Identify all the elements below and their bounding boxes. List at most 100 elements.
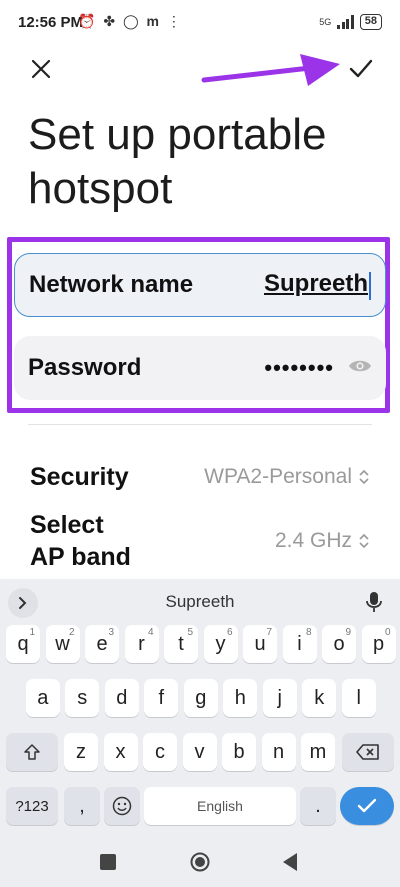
key-y[interactable]: y6	[203, 625, 238, 663]
password-label: Password	[28, 354, 142, 381]
comma-key[interactable]: ,	[64, 787, 100, 825]
key-number-hint: 1	[29, 627, 35, 638]
check-icon	[357, 798, 377, 813]
key-number-hint: 4	[147, 627, 154, 638]
key-label: t	[178, 632, 184, 655]
save-button[interactable]	[344, 52, 378, 86]
whatsapp-icon: ◯	[122, 13, 141, 29]
close-icon	[31, 59, 51, 79]
security-value: WPA2-Personal	[204, 465, 352, 488]
key-l[interactable]: l	[341, 679, 376, 717]
symbols-key[interactable]: ?123	[6, 787, 58, 825]
key-z[interactable]: z	[64, 733, 98, 771]
emoji-icon	[112, 796, 132, 816]
key-label: p	[372, 632, 385, 655]
key-w[interactable]: w2	[45, 625, 80, 663]
key-number-hint: 5	[187, 627, 193, 638]
key-number-hint: 0	[384, 627, 391, 638]
status-time: 12:56 PM	[18, 14, 84, 31]
key-k[interactable]: k	[302, 679, 337, 717]
ap-band-selector[interactable]: 2.4 GHz	[275, 529, 370, 553]
network-name-field[interactable]: Network name Supreeth	[14, 253, 386, 317]
ap-band-label-line1: Select	[30, 511, 104, 539]
key-e[interactable]: e3	[85, 625, 119, 663]
key-label: u	[254, 632, 266, 655]
eye-icon	[349, 360, 371, 371]
network-type: 5G	[319, 17, 332, 27]
key-label: e	[96, 632, 108, 655]
key-u[interactable]: u7	[243, 625, 277, 663]
ap-band-value: 2.4 GHz	[274, 529, 352, 552]
back-button[interactable]	[282, 852, 298, 872]
annotation-arrow-icon	[201, 54, 340, 86]
emoji-key[interactable]	[104, 787, 140, 825]
home-button[interactable]	[189, 851, 211, 873]
ap-band-label-line2: AP band	[30, 543, 131, 571]
shift-key[interactable]	[6, 733, 58, 771]
key-t[interactable]: t5	[164, 625, 198, 663]
enter-key[interactable]	[340, 787, 394, 825]
key-c[interactable]: c	[143, 733, 177, 771]
navigation-bar	[0, 838, 400, 887]
voice-input-button[interactable]	[366, 591, 382, 618]
space-key[interactable]: English	[144, 787, 296, 825]
key-label: r	[138, 632, 145, 655]
key-p[interactable]: p0	[361, 625, 396, 663]
key-number-hint: 3	[108, 627, 114, 638]
show-password-toggle[interactable]	[348, 358, 372, 379]
key-a[interactable]: a	[25, 679, 60, 717]
period-key[interactable]: .	[300, 787, 336, 825]
suggestion-bar: Supreeth	[0, 579, 400, 625]
updown-chevron-icon	[359, 533, 369, 549]
key-number-hint: 7	[266, 627, 272, 638]
shift-icon	[24, 744, 40, 760]
mic-icon	[366, 592, 382, 612]
network-name-value: Supreeth	[263, 269, 368, 297]
check-icon	[349, 59, 373, 78]
key-d[interactable]: d	[104, 679, 139, 717]
network-name-input[interactable]: Supreeth	[264, 270, 371, 301]
key-h[interactable]: h	[223, 679, 258, 717]
key-i[interactable]: i8	[282, 625, 317, 663]
chevron-right-icon	[19, 597, 27, 609]
expand-toolbar-button[interactable]	[8, 588, 38, 618]
ap-band-label: Select AP band	[30, 509, 131, 573]
key-number-hint: 9	[345, 627, 351, 638]
security-selector[interactable]: WPA2-Personal	[204, 465, 370, 489]
password-field[interactable]: Password ••••••••	[14, 336, 386, 400]
key-r[interactable]: r4	[124, 625, 159, 663]
key-label: y	[215, 632, 226, 655]
key-v[interactable]: v	[182, 733, 217, 771]
close-button[interactable]	[24, 52, 58, 86]
notification-icons: ⏰ ✤ ◯ m ⋮	[78, 13, 183, 30]
key-x[interactable]: x	[103, 733, 138, 771]
hotspot-setup-screen: 12:56 PM ⏰ ✤ ◯ m ⋮ 5G 58 Set up portable…	[0, 0, 400, 887]
fan-icon: ✤	[103, 13, 118, 29]
key-s[interactable]: s	[65, 679, 100, 717]
key-b[interactable]: b	[222, 733, 256, 771]
key-g[interactable]: g	[183, 679, 218, 717]
key-f[interactable]: f	[144, 679, 179, 717]
key-o[interactable]: o9	[322, 625, 356, 663]
suggestion-word[interactable]: Supreeth	[0, 579, 400, 625]
alarm-icon: ⏰	[78, 13, 98, 29]
network-name-label: Network name	[29, 271, 194, 298]
battery-icon: 58	[359, 14, 382, 30]
key-label: w	[55, 632, 70, 655]
key-number-hint: 2	[68, 627, 75, 638]
text-cursor	[369, 272, 371, 301]
security-label: Security	[30, 463, 129, 491]
key-label: q	[17, 632, 29, 655]
recents-button[interactable]	[100, 854, 116, 870]
signal-icon	[337, 15, 354, 29]
page-title: Set up portable hotspot	[28, 110, 327, 213]
key-number-hint: 6	[226, 627, 233, 638]
divider	[28, 424, 372, 425]
key-j[interactable]: j	[262, 679, 297, 717]
backspace-icon	[356, 744, 379, 760]
backspace-key[interactable]	[342, 733, 394, 771]
key-n[interactable]: n	[261, 733, 296, 771]
key-q[interactable]: q1	[6, 625, 40, 663]
key-m[interactable]: m	[301, 733, 335, 771]
password-value: ••••••••	[264, 355, 334, 380]
